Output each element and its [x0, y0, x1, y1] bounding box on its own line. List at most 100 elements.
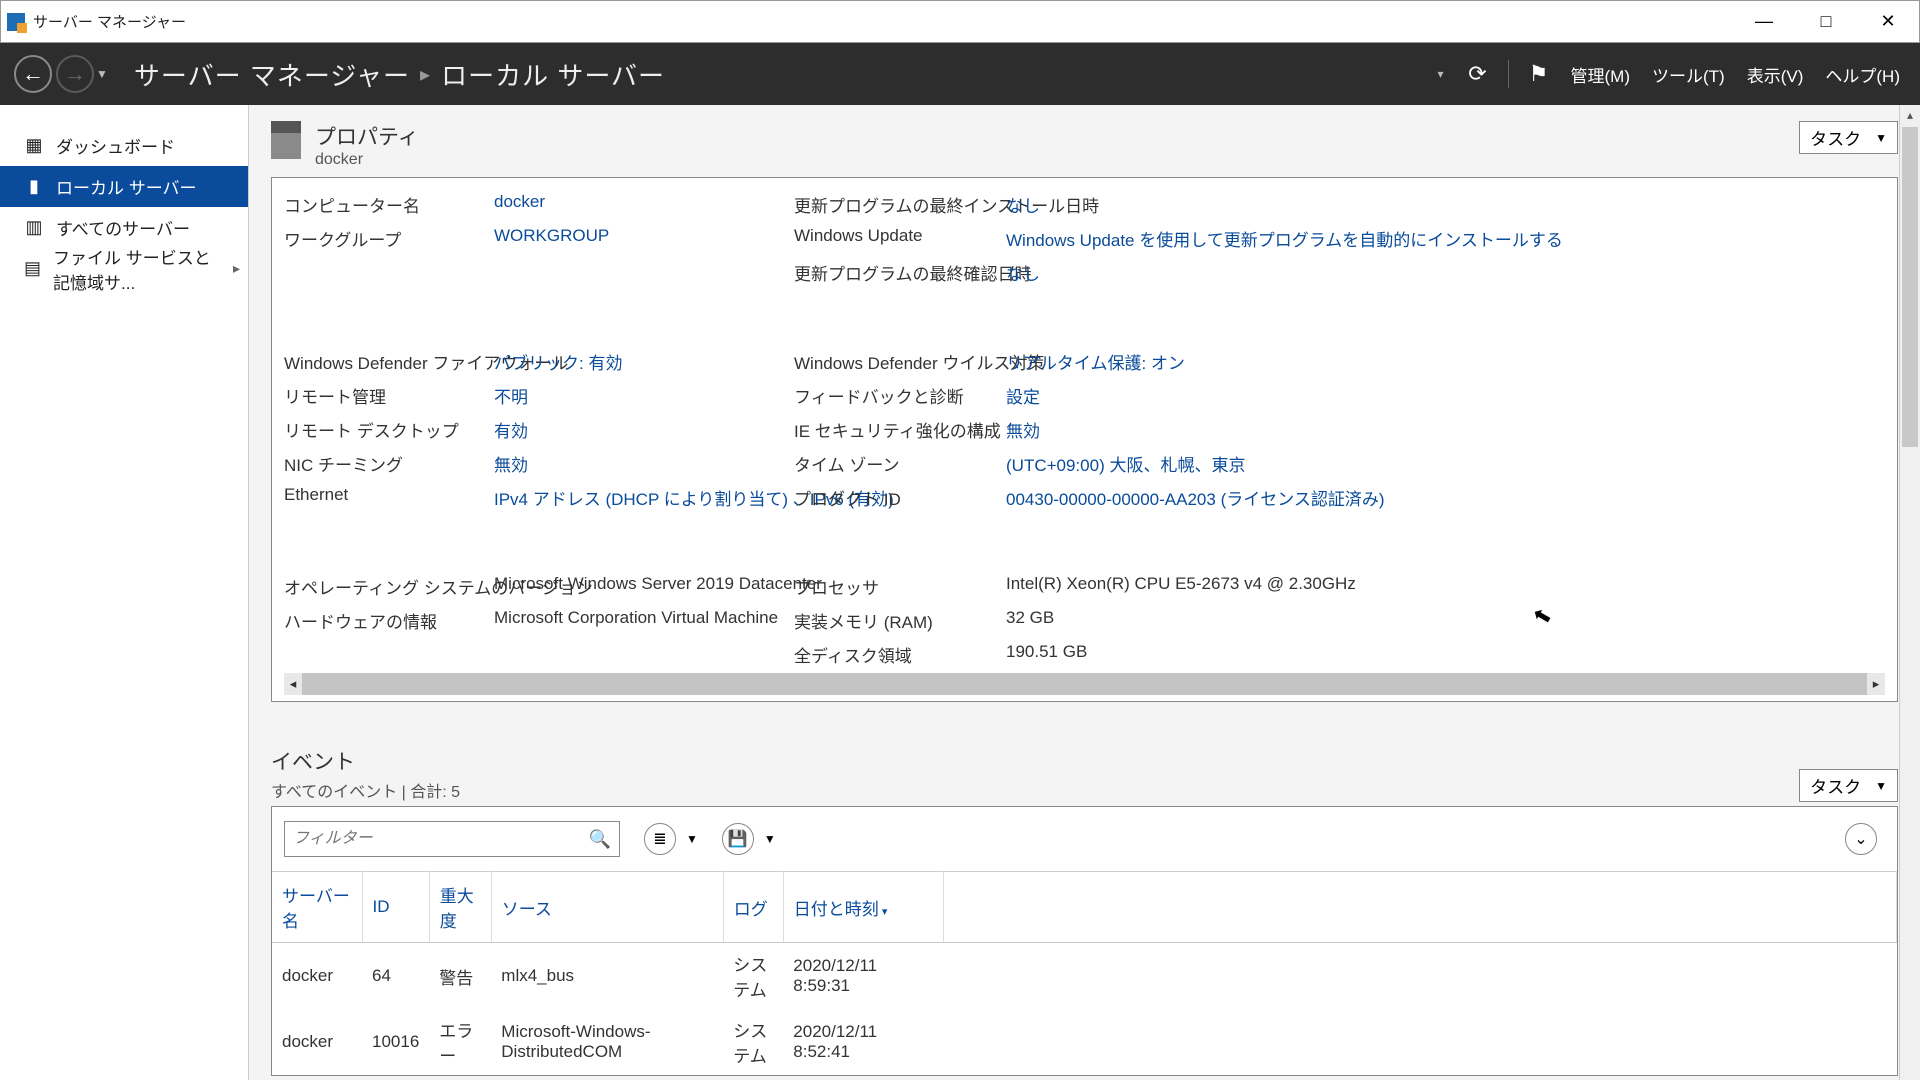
label-ie-esc: IE セキュリティ強化の構成 — [794, 417, 1006, 442]
label-windows-update: Windows Update — [794, 226, 1006, 251]
value-product-id[interactable]: 00430-00000-00000-AA203 (ライセンス認証済み) — [1006, 485, 1426, 510]
value-last-update[interactable]: なし — [1006, 192, 1426, 217]
server-tile-icon — [271, 121, 301, 159]
notifications-flag-icon[interactable]: ⚑ — [1523, 58, 1555, 90]
nav-forward-button: → — [56, 55, 94, 93]
label-processor: プロセッサ — [794, 574, 1006, 599]
value-ram: 32 GB — [1006, 608, 1426, 633]
value-feedback[interactable]: 設定 — [1006, 383, 1426, 408]
value-firewall[interactable]: パブリック: 有効 — [494, 349, 794, 374]
value-computer-name[interactable]: docker — [494, 192, 794, 217]
label-product-id: プロダクト ID — [794, 485, 1006, 510]
column-log[interactable]: ログ — [723, 872, 783, 943]
breadcrumb: サーバー マネージャー ▸ ローカル サーバー — [134, 56, 665, 93]
maximize-button[interactable]: □ — [1795, 1, 1857, 42]
properties-section-header: プロパティ docker タスク▼ — [271, 115, 1898, 177]
refresh-icon[interactable]: ⟳ — [1462, 58, 1494, 90]
properties-horizontal-scrollbar[interactable]: ◂▸ — [284, 673, 1885, 695]
label-hardware: ハードウェアの情報 — [284, 608, 494, 633]
column-options-icon[interactable]: ≣ — [644, 823, 676, 855]
value-hardware: Microsoft Corporation Virtual Machine — [494, 608, 794, 633]
value-nic-teaming[interactable]: 無効 — [494, 451, 794, 476]
column-severity[interactable]: 重大度 — [429, 872, 491, 943]
sidebar-item-label: ダッシュボード — [56, 133, 175, 158]
events-title: イベント — [271, 746, 460, 776]
close-button[interactable]: ✕ — [1857, 1, 1919, 42]
value-defender-av[interactable]: リアルタイム保護: オン — [1006, 349, 1426, 374]
value-remote-mgmt[interactable]: 不明 — [494, 383, 794, 408]
events-panel: 🔍 ≣ ▼ 💾 ▼ ⌄ サーバー名 ID 重大度 — [271, 806, 1898, 1076]
label-ethernet: Ethernet — [284, 485, 494, 510]
events-toolbar: 🔍 ≣ ▼ 💾 ▼ ⌄ — [272, 807, 1897, 871]
servers-icon: ▥ — [24, 218, 44, 238]
properties-title: プロパティ — [315, 121, 419, 151]
sidebar-item-file-services[interactable]: ▤ ファイル サービスと記憶域サ... ▸ — [0, 248, 248, 289]
server-icon: ▮ — [24, 177, 44, 197]
table-row[interactable]: docker 10016 エラー Microsoft-Windows-Distr… — [272, 1009, 1897, 1075]
events-filter-box[interactable]: 🔍 — [284, 821, 620, 857]
menu-manage[interactable]: 管理(M) — [1565, 58, 1636, 91]
value-ethernet[interactable]: IPv4 アドレス (DHCP により割り当て) 、IPv6 (有効) — [494, 485, 794, 510]
save-query-icon[interactable]: 💾 — [722, 823, 754, 855]
events-section-header: イベント すべてのイベント | 合計: 5 タスク▼ — [271, 746, 1898, 802]
value-windows-update[interactable]: Windows Update を使用して更新プログラムを自動的にインストールする — [1006, 226, 1426, 251]
label-workgroup: ワークグループ — [284, 226, 494, 251]
label-ram: 実装メモリ (RAM) — [794, 608, 1006, 633]
label-defender-av: Windows Defender ウイルス対策 — [794, 349, 1006, 374]
column-source[interactable]: ソース — [491, 872, 723, 943]
sidebar-item-all-servers[interactable]: ▥ すべてのサーバー — [0, 207, 248, 248]
events-table: サーバー名 ID 重大度 ソース ログ 日付と時刻 docker 64 警告 — [272, 871, 1897, 1075]
events-filter-input[interactable] — [293, 830, 589, 848]
expand-collapse-icon[interactable]: ⌄ — [1845, 823, 1877, 855]
dashboard-icon: ▦ — [24, 136, 44, 156]
search-icon[interactable]: 🔍 — [589, 829, 611, 850]
events-tasks-button[interactable]: タスク▼ — [1799, 769, 1898, 802]
header-dropdown[interactable]: ▾ — [1437, 67, 1443, 81]
value-workgroup[interactable]: WORKGROUP — [494, 226, 794, 251]
properties-panel: コンピューター名 docker 更新プログラムの最終インストール日時 なし ワー… — [271, 177, 1898, 702]
sidebar-item-label: ファイル サービスと記憶域サ... — [53, 244, 221, 294]
column-server[interactable]: サーバー名 — [272, 872, 362, 943]
column-spacer — [943, 872, 1896, 943]
value-last-checked[interactable]: なし — [1006, 260, 1426, 285]
nav-back-button[interactable]: ← — [14, 55, 52, 93]
sidebar-item-dashboard[interactable]: ▦ ダッシュボード — [0, 125, 248, 166]
nav-history-dropdown[interactable]: ▼ — [96, 67, 108, 81]
label-disk: 全ディスク領域 — [794, 642, 1006, 667]
sidebar-item-local-server[interactable]: ▮ ローカル サーバー — [0, 166, 248, 207]
menu-view[interactable]: 表示(V) — [1741, 58, 1810, 91]
menu-help[interactable]: ヘルプ(H) — [1819, 58, 1906, 91]
chevron-right-icon: ▸ — [420, 62, 431, 87]
breadcrumb-current: ローカル サーバー — [441, 56, 665, 93]
table-row[interactable]: docker 64 警告 mlx4_bus システム 2020/12/11 8:… — [272, 943, 1897, 1010]
window-title: サーバー マネージャー — [33, 11, 186, 32]
breadcrumb-root[interactable]: サーバー マネージャー — [134, 56, 410, 93]
chevron-down-icon[interactable]: ▼ — [686, 832, 698, 846]
divider — [1508, 60, 1509, 88]
label-nic-teaming: NIC チーミング — [284, 451, 494, 476]
menu-tools[interactable]: ツール(T) — [1646, 58, 1731, 91]
properties-subtitle: docker — [315, 151, 419, 169]
chevron-down-icon[interactable]: ▼ — [764, 832, 776, 846]
label-remote-desktop: リモート デスクトップ — [284, 417, 494, 442]
content-area: ▴ プロパティ docker タスク▼ コンピューター名 docker 更新プロ… — [249, 105, 1920, 1080]
sidebar: ▦ ダッシュボード ▮ ローカル サーバー ▥ すべてのサーバー ▤ ファイル … — [0, 105, 249, 1080]
sidebar-item-label: すべてのサーバー — [56, 215, 190, 240]
column-datetime[interactable]: 日付と時刻 — [783, 872, 943, 943]
label-last-update: 更新プログラムの最終インストール日時 — [794, 192, 1006, 217]
properties-tasks-button[interactable]: タスク▼ — [1799, 121, 1898, 154]
value-timezone[interactable]: (UTC+09:00) 大阪、札幌、東京 — [1006, 451, 1426, 476]
sidebar-item-label: ローカル サーバー — [56, 174, 197, 199]
vertical-scrollbar[interactable]: ▴ — [1899, 105, 1920, 1080]
label-os-version: オペレーティング システムのバージョン — [284, 574, 494, 599]
title-bar: サーバー マネージャー — □ ✕ — [0, 0, 1920, 43]
minimize-button[interactable]: — — [1733, 1, 1795, 42]
label-remote-mgmt: リモート管理 — [284, 383, 494, 408]
value-ie-esc[interactable]: 無効 — [1006, 417, 1426, 442]
chevron-right-icon: ▸ — [233, 260, 240, 277]
label-computer-name: コンピューター名 — [284, 192, 494, 217]
value-processor: Intel(R) Xeon(R) CPU E5-2673 v4 @ 2.30GH… — [1006, 574, 1426, 599]
column-id[interactable]: ID — [362, 872, 429, 943]
value-remote-desktop[interactable]: 有効 — [494, 417, 794, 442]
file-services-icon: ▤ — [24, 259, 41, 279]
